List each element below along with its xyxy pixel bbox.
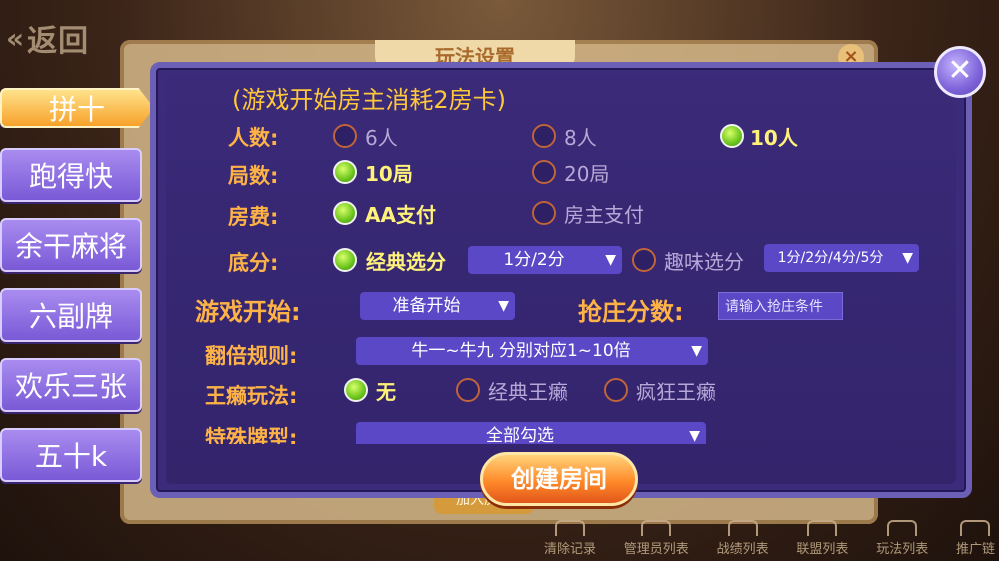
bottom-bar-item[interactable]: 玩法列表 (872, 520, 932, 561)
rounds-20-label[interactable]: 20局 (564, 158, 609, 187)
base-score-label: 底分: (228, 251, 279, 275)
game-start-label: 游戏开始: (195, 298, 301, 326)
fee-owner-label[interactable]: 房主支付 (564, 199, 644, 228)
alliance-icon (807, 520, 838, 536)
clear-icon (555, 520, 585, 536)
close-icon[interactable]: ✕ (934, 46, 986, 98)
special-row: 特殊牌型: 全部勾选 ▼ (150, 420, 970, 444)
bottom-bar-item[interactable]: 联盟列表 (792, 520, 852, 561)
wild-classic-radio[interactable] (456, 378, 480, 402)
classic-score-label[interactable]: 经典选分 (366, 246, 446, 275)
admin-icon (641, 520, 672, 536)
banker-score-label: 抢庄分数: (578, 298, 684, 326)
special-label: 特殊牌型: (205, 426, 298, 444)
wild-label: 王癞玩法: (205, 384, 298, 408)
fun-score-select[interactable]: 1分/2分/4分/5分 ▼ (764, 244, 919, 272)
bottom-bar-item[interactable]: 推广链 (952, 520, 999, 561)
chevron-down-icon: ▼ (498, 298, 509, 314)
fee-label: 房费: (228, 205, 279, 229)
fun-score-label[interactable]: 趣味选分 (664, 246, 744, 275)
back-label: 返回 (27, 24, 90, 59)
classic-score-value: 1分/2分 (503, 250, 565, 270)
back-chevron-icon: « (6, 21, 26, 55)
classic-score-radio[interactable] (333, 248, 357, 272)
fun-score-value: 1分/2分/4分/5分 (777, 250, 884, 266)
players-10-radio[interactable] (720, 124, 744, 148)
game-start-select[interactable]: 准备开始 ▼ (360, 292, 515, 320)
bottom-bar-item[interactable]: 清除记录 (540, 520, 600, 561)
wild-crazy-label[interactable]: 疯狂王癞 (636, 376, 716, 405)
players-8-label[interactable]: 8人 (564, 122, 597, 151)
bottom-bar-item[interactable]: 战绩列表 (713, 520, 773, 561)
players-8-radio[interactable] (532, 124, 556, 148)
tab-yuganmajiang[interactable]: 余干麻将 (0, 218, 142, 272)
wild-crazy-radio[interactable] (604, 378, 628, 402)
bottom-bar: 清除记录 管理员列表 战绩列表 联盟列表 玩法列表 推广链 (540, 520, 999, 561)
chevron-down-icon: ▼ (902, 250, 913, 266)
wild-none-radio[interactable] (344, 378, 368, 402)
share-icon (960, 520, 991, 536)
tab-huanlesanzhang[interactable]: 欢乐三张 (0, 358, 142, 412)
rules-icon (887, 520, 918, 536)
room-card-notice: (游戏开始房主消耗2房卡) (232, 86, 506, 114)
fee-aa-radio[interactable] (333, 201, 357, 225)
players-6-radio[interactable] (333, 124, 357, 148)
players-6-label[interactable]: 6人 (365, 122, 398, 151)
rounds-10-radio[interactable] (333, 160, 357, 184)
wild-classic-label[interactable]: 经典王癞 (488, 376, 568, 405)
wild-none-label[interactable]: 无 (376, 376, 396, 405)
double-rule-label: 翻倍规则: (205, 344, 298, 368)
players-10-label[interactable]: 10人 (750, 122, 798, 151)
chevron-down-icon: ▼ (691, 343, 702, 359)
bottom-bar-item[interactable]: 管理员列表 (620, 520, 693, 561)
special-select[interactable]: 全部勾选 ▼ (356, 422, 706, 444)
players-label: 人数: (228, 126, 279, 150)
chevron-down-icon: ▼ (689, 428, 700, 444)
tab-liufupai[interactable]: 六副牌 (0, 288, 142, 342)
fee-owner-radio[interactable] (532, 201, 556, 225)
rounds-10-label[interactable]: 10局 (365, 158, 413, 187)
fee-aa-label[interactable]: AA支付 (365, 199, 436, 228)
game-start-value: 准备开始 (392, 296, 461, 316)
fun-score-radio[interactable] (632, 248, 656, 272)
back-button[interactable]: « 返回 (0, 14, 118, 62)
chevron-down-icon: ▼ (605, 252, 616, 268)
tab-pinshi[interactable]: 拼十 (0, 88, 154, 128)
rounds-20-radio[interactable] (532, 160, 556, 184)
tab-wushik[interactable]: 五十k (0, 428, 142, 482)
double-rule-select[interactable]: 牛一~牛九 分别对应1~10倍 ▼ (356, 337, 708, 365)
rounds-label: 局数: (228, 164, 279, 188)
classic-score-select[interactable]: 1分/2分 ▼ (468, 246, 622, 274)
tab-paodekuai[interactable]: 跑得快 (0, 148, 142, 202)
double-rule-value: 牛一~牛九 分别对应1~10倍 (411, 341, 631, 361)
banker-score-input[interactable]: 请输入抢庄条件 (718, 292, 843, 320)
special-value: 全部勾选 (486, 426, 554, 444)
create-room-button[interactable]: 创建房间 (480, 452, 638, 506)
record-icon (727, 520, 758, 536)
